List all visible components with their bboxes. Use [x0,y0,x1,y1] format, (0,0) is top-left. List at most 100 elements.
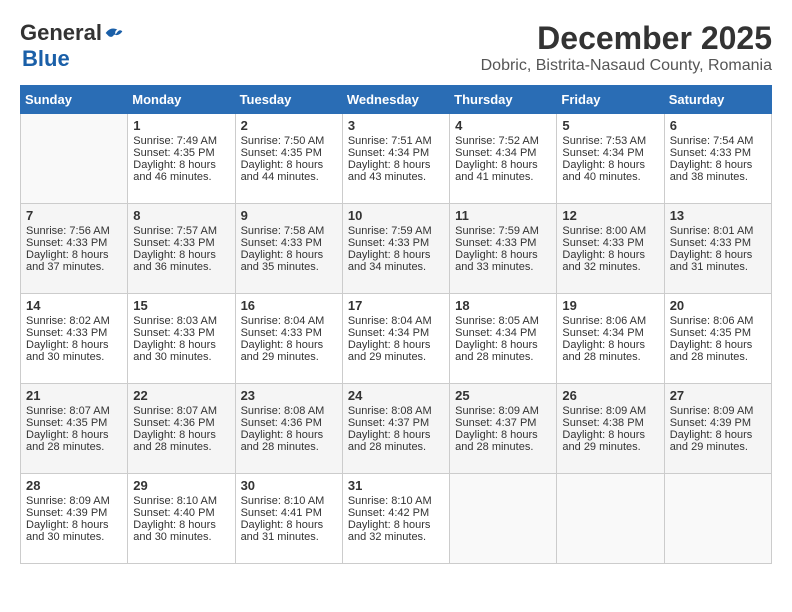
day-info-line: Sunrise: 7:57 AM [133,225,229,237]
day-of-week-header: Thursday [450,86,557,114]
day-info-line: Daylight: 8 hours [455,339,551,351]
day-info-line: Sunrise: 8:00 AM [562,225,658,237]
page-header: General Blue December 2025 Dobric, Bistr… [20,20,772,75]
day-info-line: Daylight: 8 hours [455,249,551,261]
day-info-line: Sunrise: 8:04 AM [241,315,337,327]
day-info-line: Daylight: 8 hours [670,339,766,351]
calendar-cell: 3Sunrise: 7:51 AMSunset: 4:34 PMDaylight… [342,114,449,204]
day-info-line: Daylight: 8 hours [241,429,337,441]
day-number: 6 [670,118,766,133]
day-info-line: Sunset: 4:34 PM [455,147,551,159]
day-info-line: and 28 minutes. [455,351,551,363]
day-info-line: Sunrise: 7:52 AM [455,135,551,147]
day-info-line: Sunrise: 7:59 AM [348,225,444,237]
day-info-line: Sunrise: 8:08 AM [348,405,444,417]
day-info-line: and 29 minutes. [562,441,658,453]
day-info-line: and 46 minutes. [133,171,229,183]
title-section: December 2025 Dobric, Bistrita-Nasaud Co… [481,20,772,75]
day-info-line: Sunrise: 8:05 AM [455,315,551,327]
day-info-line: Sunset: 4:33 PM [26,327,122,339]
calendar-cell: 10Sunrise: 7:59 AMSunset: 4:33 PMDayligh… [342,204,449,294]
calendar-cell: 31Sunrise: 8:10 AMSunset: 4:42 PMDayligh… [342,474,449,564]
calendar-cell [21,114,128,204]
day-info-line: Sunset: 4:33 PM [26,237,122,249]
calendar-cell [557,474,664,564]
day-info-line: and 33 minutes. [455,261,551,273]
calendar-cell: 28Sunrise: 8:09 AMSunset: 4:39 PMDayligh… [21,474,128,564]
calendar-cell: 18Sunrise: 8:05 AMSunset: 4:34 PMDayligh… [450,294,557,384]
logo-bird-icon [104,23,124,43]
calendar-cell [450,474,557,564]
day-number: 5 [562,118,658,133]
day-info-line: and 28 minutes. [241,441,337,453]
day-number: 22 [133,388,229,403]
day-info-line: Daylight: 8 hours [26,249,122,261]
calendar-week-row: 14Sunrise: 8:02 AMSunset: 4:33 PMDayligh… [21,294,772,384]
day-number: 18 [455,298,551,313]
day-info-line: Daylight: 8 hours [26,339,122,351]
calendar-cell: 6 Sunrise: 7:54 AMSunset: 4:33 PMDaylight… [664,114,771,204]
calendar-cell: 24Sunrise: 8:08 AMSunset: 4:37 PMDayligh… [342,384,449,474]
day-info-line: and 35 minutes. [241,261,337,273]
day-info-line: and 37 minutes. [26,261,122,273]
day-info-line: and 30 minutes. [26,351,122,363]
calendar-cell: 7Sunrise: 7:56 AMSunset: 4:33 PMDaylight… [21,204,128,294]
calendar-week-row: 21Sunrise: 8:07 AMSunset: 4:35 PMDayligh… [21,384,772,474]
day-info-line: Daylight: 8 hours [241,159,337,171]
day-info-line: Daylight: 8 hours [670,429,766,441]
day-info-line: and 29 minutes. [670,441,766,453]
day-info-line: and 28 minutes. [26,441,122,453]
day-number: 29 [133,478,229,493]
day-info-line: Sunrise: 8:07 AM [26,405,122,417]
day-of-week-header: Saturday [664,86,771,114]
day-info-line: Sunrise: 7:49 AM [133,135,229,147]
day-info-line: Sunset: 4:36 PM [133,417,229,429]
day-info-line: Sunset: 4:37 PM [348,417,444,429]
day-info-line: Sunset: 4:35 PM [670,327,766,339]
day-info-line: and 43 minutes. [348,171,444,183]
calendar-table: SundayMondayTuesdayWednesdayThursdayFrid… [20,85,772,564]
day-info-line: Sunset: 4:33 PM [241,327,337,339]
day-info-line: Sunset: 4:40 PM [133,507,229,519]
day-of-week-header: Friday [557,86,664,114]
calendar-cell: 21Sunrise: 8:07 AMSunset: 4:35 PMDayligh… [21,384,128,474]
calendar-cell: 15Sunrise: 8:03 AMSunset: 4:33 PMDayligh… [128,294,235,384]
day-info-line: Sunset: 4:33 PM [670,237,766,249]
day-info-line: Sunset: 4:34 PM [348,147,444,159]
day-number: 21 [26,388,122,403]
day-info-line: Sunset: 4:35 PM [26,417,122,429]
day-info-line: Sunrise: 7:50 AM [241,135,337,147]
day-info-line: Sunrise: 8:06 AM [562,315,658,327]
day-info-line: Sunset: 4:33 PM [133,237,229,249]
day-info-line: and 30 minutes. [26,531,122,543]
day-info-line: Sunrise: 7:54 AM [670,135,766,147]
day-info-line: Sunset: 4:34 PM [348,327,444,339]
day-info-line: Sunrise: 8:06 AM [670,315,766,327]
day-info-line: Sunrise: 8:03 AM [133,315,229,327]
calendar-cell: 16Sunrise: 8:04 AMSunset: 4:33 PMDayligh… [235,294,342,384]
day-info-line: Sunrise: 8:07 AM [133,405,229,417]
day-info-line: Sunset: 4:33 PM [670,147,766,159]
calendar-cell: 29Sunrise: 8:10 AMSunset: 4:40 PMDayligh… [128,474,235,564]
day-info-line: and 40 minutes. [562,171,658,183]
day-info-line: Sunrise: 8:10 AM [133,495,229,507]
calendar-cell: 12Sunrise: 8:00 AMSunset: 4:33 PMDayligh… [557,204,664,294]
day-info-line: Daylight: 8 hours [133,339,229,351]
day-info-line: Sunrise: 8:09 AM [670,405,766,417]
calendar-cell: 11Sunrise: 7:59 AMSunset: 4:33 PMDayligh… [450,204,557,294]
day-info-line: Daylight: 8 hours [348,519,444,531]
calendar-cell: 27Sunrise: 8:09 AMSunset: 4:39 PMDayligh… [664,384,771,474]
day-number: 15 [133,298,229,313]
day-info-line: Daylight: 8 hours [670,159,766,171]
days-of-week-row: SundayMondayTuesdayWednesdayThursdayFrid… [21,86,772,114]
day-number: 19 [562,298,658,313]
day-info-line: Daylight: 8 hours [562,249,658,261]
day-info-line: Sunrise: 8:08 AM [241,405,337,417]
calendar-week-row: 7Sunrise: 7:56 AMSunset: 4:33 PMDaylight… [21,204,772,294]
day-info-line: Daylight: 8 hours [133,249,229,261]
day-info-line: and 28 minutes. [670,351,766,363]
calendar-week-row: 28Sunrise: 8:09 AMSunset: 4:39 PMDayligh… [21,474,772,564]
day-of-week-header: Wednesday [342,86,449,114]
day-number: 1 [133,118,229,133]
calendar-cell: 9Sunrise: 7:58 AMSunset: 4:33 PMDaylight… [235,204,342,294]
